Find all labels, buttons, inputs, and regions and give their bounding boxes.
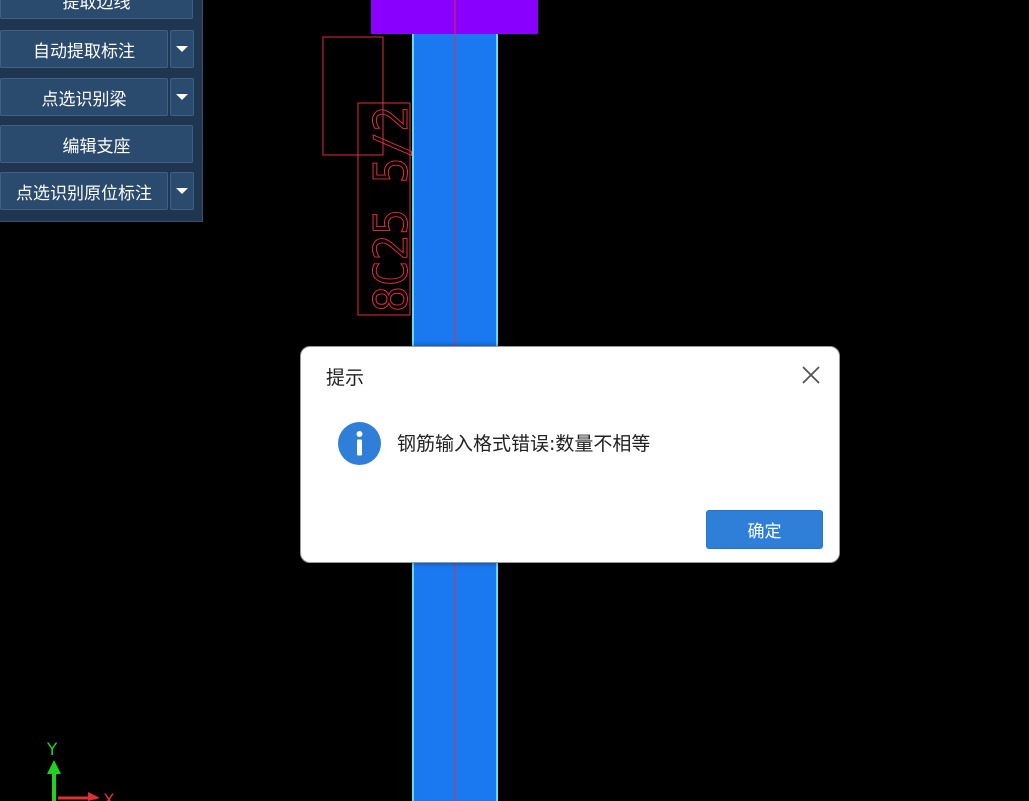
extract-edges-button[interactable]: 提取边线	[0, 0, 193, 19]
ok-button[interactable]: 确定	[706, 510, 823, 549]
recognition-tool-panel: 提取边线 自动提取标注 点选识别梁 编辑支座 点选识别原位标注	[0, 0, 203, 222]
tool-row-auto-extract: 自动提取标注	[0, 30, 194, 68]
tool-row-extract-edges: 提取边线	[0, 0, 193, 19]
pick-identify-inplace-annotation-button[interactable]: 点选识别原位标注	[0, 172, 168, 210]
caret-down-icon	[176, 188, 188, 194]
auto-extract-annotation-dropdown[interactable]	[170, 30, 194, 68]
close-icon[interactable]	[799, 363, 823, 387]
beam-annotation-text[interactable]: 8C25 5/2	[364, 106, 419, 313]
tool-row-pick-beam: 点选识别梁	[0, 78, 194, 116]
dialog-title: 提示	[326, 367, 365, 389]
y-axis-arrow-icon	[47, 760, 61, 774]
cad-workspace[interactable]: 8C25 5/2 Y X 提取边线 自动提取标注 点选识别梁 编辑支座 点选识别…	[0, 0, 1029, 801]
prompt-dialog: 提示 钢筋输入格式错误:数量不相等 确定	[300, 346, 840, 563]
caret-down-icon	[176, 94, 188, 100]
tool-row-pick-inplace: 点选识别原位标注	[0, 172, 194, 210]
x-axis-arrow-icon	[88, 792, 100, 801]
y-axis-label: Y	[47, 740, 58, 760]
info-icon	[338, 422, 381, 465]
pick-identify-beam-dropdown[interactable]	[170, 78, 194, 116]
edit-support-button[interactable]: 编辑支座	[0, 125, 193, 163]
caret-down-icon	[176, 46, 188, 52]
x-axis-label: X	[103, 791, 115, 801]
dialog-message: 钢筋输入格式错误:数量不相等	[397, 433, 651, 455]
pick-identify-beam-button[interactable]: 点选识别梁	[0, 78, 168, 116]
tool-row-edit-support: 编辑支座	[0, 125, 193, 163]
auto-extract-annotation-button[interactable]: 自动提取标注	[0, 30, 168, 68]
pick-identify-inplace-annotation-dropdown[interactable]	[170, 172, 194, 210]
